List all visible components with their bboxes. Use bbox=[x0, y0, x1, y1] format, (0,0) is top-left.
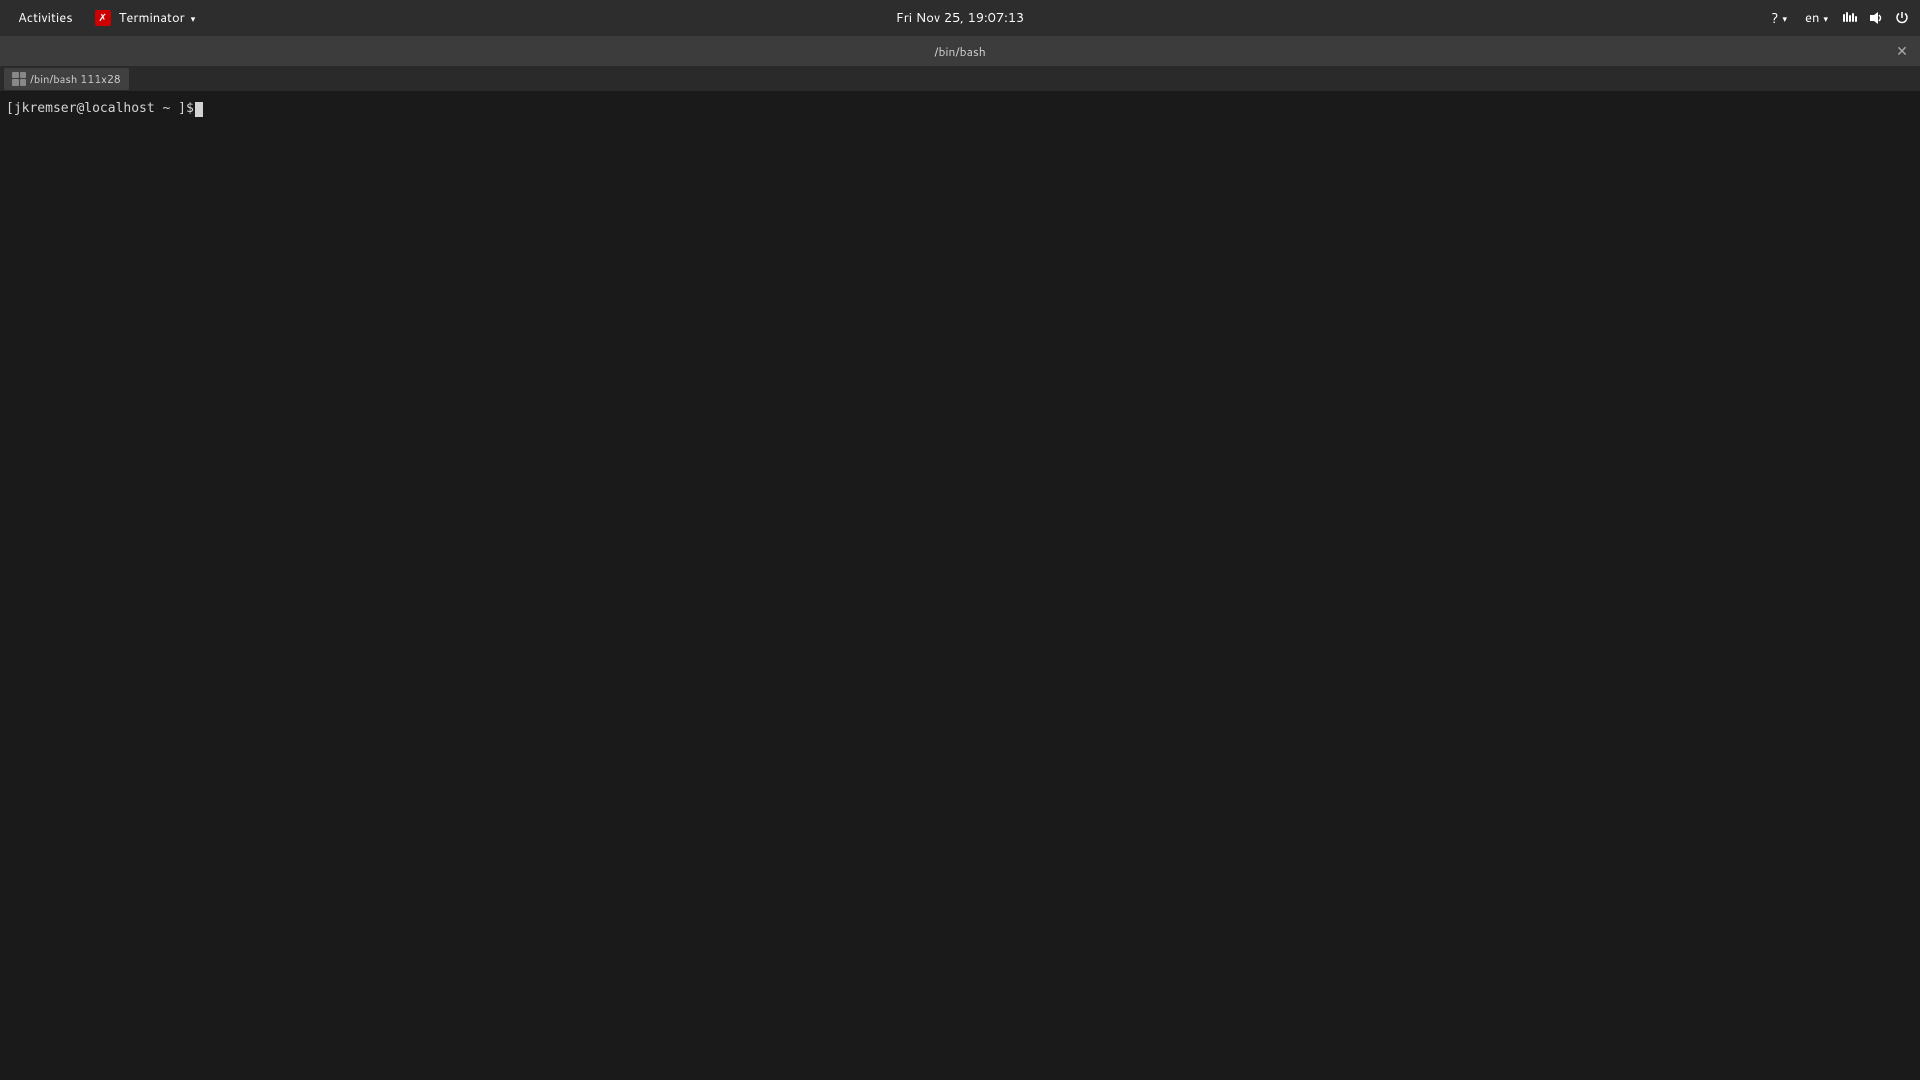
title-bar: /bin/bash ✕ bbox=[0, 36, 1920, 66]
help-menu[interactable]: ? ▾ bbox=[1765, 6, 1793, 30]
app-menu[interactable]: ✗ Terminator ▾ bbox=[87, 5, 204, 31]
tab-layout-icon bbox=[12, 72, 26, 86]
cursor bbox=[195, 102, 203, 117]
app-menu-chevron: ▾ bbox=[191, 12, 196, 25]
terminal-area[interactable]: [jkremser@localhost ~ ]$ bbox=[0, 92, 1920, 1080]
network-icon[interactable] bbox=[1840, 8, 1860, 28]
terminal-tab[interactable]: /bin/bash 111x28 bbox=[4, 68, 129, 90]
window-title: /bin/bash bbox=[934, 43, 986, 60]
tab-label: /bin/bash 111x28 bbox=[30, 71, 121, 87]
app-menu-label: Terminator bbox=[119, 9, 185, 27]
tab-bar: /bin/bash 111x28 bbox=[0, 66, 1920, 92]
close-button[interactable]: ✕ bbox=[1892, 41, 1912, 61]
system-bar-right: ? ▾ en ▾ bbox=[1765, 6, 1912, 30]
language-chevron: ▾ bbox=[1823, 12, 1828, 25]
prompt-line: [jkremser@localhost ~ ]$ bbox=[6, 100, 1914, 118]
system-bar: Activities ✗ Terminator ▾ Fri Nov 25, 19… bbox=[0, 0, 1920, 36]
volume-icon[interactable] bbox=[1866, 8, 1886, 28]
system-bar-clock: Fri Nov 25, 19:07:13 bbox=[896, 9, 1024, 27]
terminator-icon: ✗ bbox=[95, 10, 111, 26]
help-chevron: ▾ bbox=[1782, 12, 1787, 25]
system-bar-left: Activities ✗ Terminator ▾ bbox=[8, 5, 203, 31]
help-icon: ? bbox=[1771, 8, 1778, 28]
language-menu[interactable]: en ▾ bbox=[1799, 7, 1834, 29]
language-label: en bbox=[1805, 9, 1819, 27]
power-icon[interactable] bbox=[1892, 8, 1912, 28]
activities-button[interactable]: Activities bbox=[8, 5, 83, 31]
terminator-window: /bin/bash ✕ /bin/bash 111x28 [jkremser@l… bbox=[0, 36, 1920, 1080]
prompt-text: [jkremser@localhost ~ ]$ bbox=[6, 100, 194, 118]
